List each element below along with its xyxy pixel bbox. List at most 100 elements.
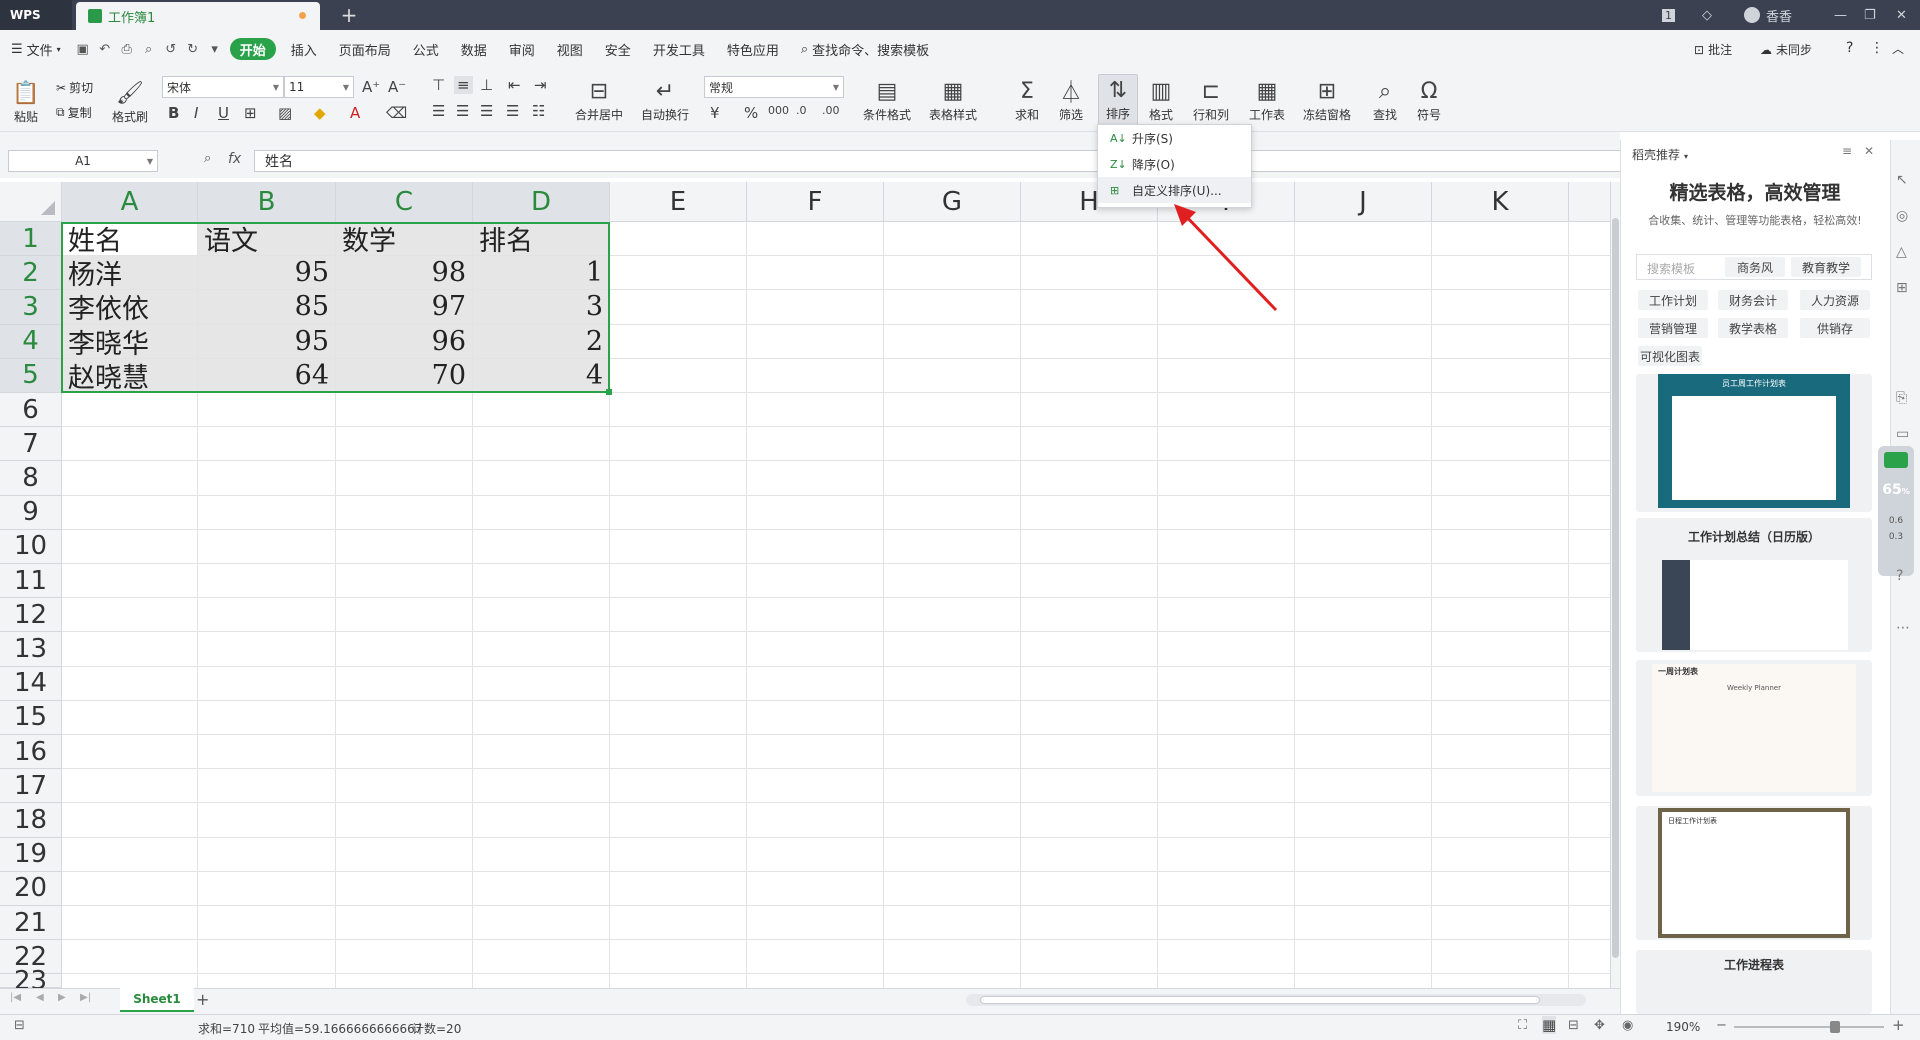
select-all-corner[interactable]	[0, 182, 62, 222]
wps-home-tab[interactable]: WPS	[0, 0, 72, 30]
worksheet-button[interactable]: ▦ 工作表	[1244, 76, 1290, 123]
select-tool-icon[interactable]: ↖	[1896, 172, 1908, 188]
align-left-icon[interactable]: ☰	[432, 102, 445, 120]
template-search[interactable]: 搜索模板 商务风 教育教学	[1636, 254, 1872, 280]
cell-c3[interactable]: 97	[336, 290, 473, 325]
cell-d3[interactable]: 3	[473, 290, 610, 325]
italic-icon[interactable]: I	[194, 104, 198, 122]
cell-c2[interactable]: 98	[336, 256, 473, 291]
zoom-out-icon[interactable]: −	[1716, 1018, 1727, 1033]
template-card[interactable]: 工作进程表	[1636, 950, 1872, 1014]
symbol-button[interactable]: Ω 符号	[1410, 76, 1448, 123]
tag-work-plan[interactable]: 工作计划	[1638, 290, 1708, 310]
distribute-icon[interactable]: ☷	[532, 102, 545, 120]
align-bottom-icon[interactable]: ⊥	[480, 76, 493, 94]
table-tool-icon[interactable]: ⊞	[1896, 280, 1908, 296]
zoom-slider[interactable]	[1734, 1021, 1884, 1033]
command-search[interactable]: ⌕ 查找命令、搜索模板	[790, 30, 940, 68]
print-icon[interactable]: ⎙	[116, 38, 138, 60]
tab-special[interactable]: 特色应用	[716, 30, 790, 68]
tab-security[interactable]: 安全	[594, 30, 642, 68]
redo-icon[interactable]: ↻	[182, 38, 204, 60]
row-header-16[interactable]: 16	[0, 735, 62, 770]
undo-icon[interactable]: ↺	[160, 38, 182, 60]
tag-visual-charts[interactable]: 可视化图表	[1638, 346, 1702, 366]
paste-button[interactable]: 📋 粘贴	[10, 78, 42, 125]
template-card[interactable]: 一周计划表 Weekly Planner	[1636, 660, 1872, 796]
tag-inventory[interactable]: 供销存	[1800, 318, 1870, 338]
font-size-select[interactable]: 11 ▼	[284, 76, 354, 98]
currency-icon[interactable]: ¥	[710, 104, 720, 122]
macro-icon[interactable]: ⊟	[14, 1018, 25, 1033]
align-top-icon[interactable]: ⊤	[432, 76, 445, 94]
horizontal-scroll-thumb[interactable]	[980, 996, 1540, 1004]
performance-meter[interactable]: 65% 0.6 0.3	[1878, 446, 1914, 576]
decrease-font-icon[interactable]: A⁻	[388, 78, 406, 96]
document-tab[interactable]: 工作簿1	[76, 2, 320, 30]
zoom-in-icon[interactable]: +	[1892, 1016, 1905, 1034]
collapse-ribbon-icon[interactable]: ︿	[1892, 40, 1904, 57]
increase-font-icon[interactable]: A⁺	[362, 78, 380, 96]
table-style-button[interactable]: ▦ 表格样式	[924, 76, 982, 123]
font-name-select[interactable]: 宋体 ▼	[162, 76, 284, 98]
indent-increase-icon[interactable]: ⇥	[534, 76, 547, 94]
row-col-button[interactable]: ⊏ 行和列	[1188, 76, 1234, 123]
badge-icon[interactable]: 1	[1662, 0, 1675, 30]
template-card[interactable]: 员工周工作计划表	[1636, 374, 1872, 512]
tab-review[interactable]: 审阅	[498, 30, 546, 68]
column-header-k[interactable]: K	[1432, 182, 1569, 222]
row-header-9[interactable]: 9	[0, 495, 62, 530]
row-header-23[interactable]: 23	[0, 966, 62, 996]
freeze-panes-button[interactable]: ⊞ 冻结窗格	[1298, 76, 1356, 123]
style-tool-icon[interactable]: △	[1896, 244, 1907, 260]
tab-insert[interactable]: 插入	[280, 30, 328, 68]
template-card[interactable]: 工作计划总结（日历版）	[1636, 518, 1872, 652]
cell-b5[interactable]: 64	[198, 358, 336, 393]
row-header-12[interactable]: 12	[0, 598, 62, 633]
cell-d2[interactable]: 1	[473, 256, 610, 291]
decrease-decimal-icon[interactable]: .00	[822, 104, 840, 117]
help-icon[interactable]: ?	[1846, 40, 1853, 56]
cell-b3[interactable]: 85	[198, 290, 336, 325]
sum-button[interactable]: Σ 求和	[1008, 76, 1046, 123]
formula-input[interactable]: 姓名	[254, 150, 1622, 172]
skin-icon[interactable]: ◇	[1702, 0, 1712, 30]
new-tab-button[interactable]: +	[334, 0, 364, 30]
fullscreen-icon[interactable]: ⛶	[1518, 1018, 1527, 1033]
row-header-10[interactable]: 10	[0, 529, 62, 564]
zoom-level[interactable]: 190%	[1666, 1020, 1700, 1034]
customize-chevron-icon[interactable]: ▾	[204, 38, 226, 60]
horizontal-scrollbar[interactable]	[966, 994, 1586, 1006]
tag-education[interactable]: 教育教学	[1791, 257, 1861, 277]
cell-b2[interactable]: 95	[198, 256, 336, 291]
number-format-select[interactable]: 常规 ▼	[704, 76, 844, 98]
tab-data[interactable]: 数据	[450, 30, 498, 68]
cell-a5[interactable]: 赵晓慧	[62, 358, 198, 394]
fill-handle[interactable]	[606, 389, 612, 395]
help-tool-icon[interactable]: ?	[1896, 568, 1903, 584]
row-header-3[interactable]: 3	[0, 290, 62, 325]
conditional-format-button[interactable]: ▤ 条件格式	[858, 76, 916, 123]
row-header-8[interactable]: 8	[0, 461, 62, 496]
file-menu[interactable]: ☰ 文件 ▾	[0, 30, 72, 68]
row-header-14[interactable]: 14	[0, 666, 62, 701]
underline-icon[interactable]: U	[218, 104, 229, 122]
thousands-icon[interactable]: 000	[768, 104, 789, 117]
tag-teaching[interactable]: 教学表格	[1718, 318, 1788, 338]
account-area[interactable]: 香香	[1744, 0, 1792, 30]
cell-a1[interactable]: 姓名	[62, 222, 198, 257]
normal-view-icon[interactable]: ▦	[1542, 1016, 1557, 1034]
undo-history-icon[interactable]: ↶	[94, 38, 116, 60]
zoom-slider-handle[interactable]	[1830, 1021, 1840, 1033]
cut-button[interactable]: ✂ 剪切	[56, 79, 93, 96]
close-icon[interactable]: ✕	[1896, 0, 1907, 30]
row-header-17[interactable]: 17	[0, 769, 62, 804]
filter-button[interactable]: ⏃ 筛选	[1052, 76, 1090, 123]
panel-menu-icon[interactable]: ≡	[1842, 144, 1852, 158]
row-header-1[interactable]: 1	[0, 222, 62, 257]
cell-d1[interactable]: 排名	[473, 222, 610, 257]
page-break-view-icon[interactable]: ⊟	[1568, 1018, 1579, 1033]
vertical-scrollbar[interactable]	[1610, 182, 1620, 988]
increase-decimal-icon[interactable]: .0	[796, 104, 807, 117]
fx-button[interactable]: fx	[228, 151, 241, 167]
